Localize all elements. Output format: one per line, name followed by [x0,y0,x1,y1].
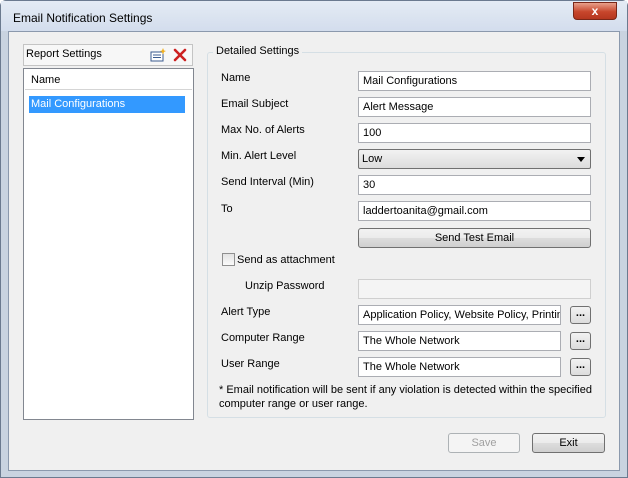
notification-note: * Email notification will be sent if any… [219,384,592,410]
exit-button[interactable]: Exit [532,433,605,453]
to-email-field[interactable]: laddertoanita@gmail.com [358,201,591,221]
min-alert-level-value: Low [362,153,383,165]
report-settings-header: Report Settings [23,44,193,66]
min-alert-level-label: Min. Alert Level [221,150,297,162]
email-notification-window: Email Notification Settings x Report Set… [0,0,628,478]
send-interval-label: Send Interval (Min) [221,176,314,188]
report-settings-label: Report Settings [26,48,102,60]
computer-range-browse-button[interactable]: ... [570,332,591,350]
name-label: Name [221,72,251,84]
email-subject-label: Email Subject [221,98,289,110]
window-title: Email Notification Settings [13,11,153,25]
close-button[interactable]: x [573,2,617,20]
computer-range-field[interactable]: The Whole Network [358,331,561,351]
alert-type-field[interactable]: Application Policy, Website Policy, Prin… [358,305,561,325]
list-item[interactable]: Mail Configurations [29,96,185,113]
to-label: To [221,203,233,215]
detailed-settings-title: Detailed Settings [213,45,303,57]
dialog-body: Report Settings Name Mail Configurations… [8,31,620,471]
min-alert-level-select[interactable]: Low [358,149,591,169]
user-range-label: User Range [221,358,280,370]
unzip-password-field [358,279,591,299]
report-list[interactable]: Name Mail Configurations [23,68,194,420]
close-icon: x [591,4,599,18]
save-button[interactable]: Save [448,433,520,453]
title-bar[interactable]: Email Notification Settings x [1,1,627,31]
user-range-browse-button[interactable]: ... [570,358,591,376]
email-subject-field[interactable]: Alert Message [358,97,591,117]
new-report-icon[interactable] [150,48,166,62]
alert-type-browse-button[interactable]: ... [570,306,591,324]
send-interval-field[interactable]: 30 [358,175,591,195]
max-alerts-field[interactable]: 100 [358,123,591,143]
delete-report-icon[interactable] [172,47,188,63]
user-range-field[interactable]: The Whole Network [358,357,561,377]
chevron-down-icon [577,157,585,162]
name-field[interactable]: Mail Configurations [358,71,591,91]
list-column-header[interactable]: Name [25,70,192,90]
computer-range-label: Computer Range [221,332,305,344]
unzip-password-label: Unzip Password [245,280,325,292]
send-as-attachment-label[interactable]: Send as attachment [237,254,335,266]
send-test-email-button[interactable]: Send Test Email [358,228,591,248]
column-name-label: Name [31,74,61,86]
max-alerts-label: Max No. of Alerts [221,124,305,136]
send-as-attachment-checkbox[interactable] [222,253,235,266]
alert-type-label: Alert Type [221,306,271,318]
